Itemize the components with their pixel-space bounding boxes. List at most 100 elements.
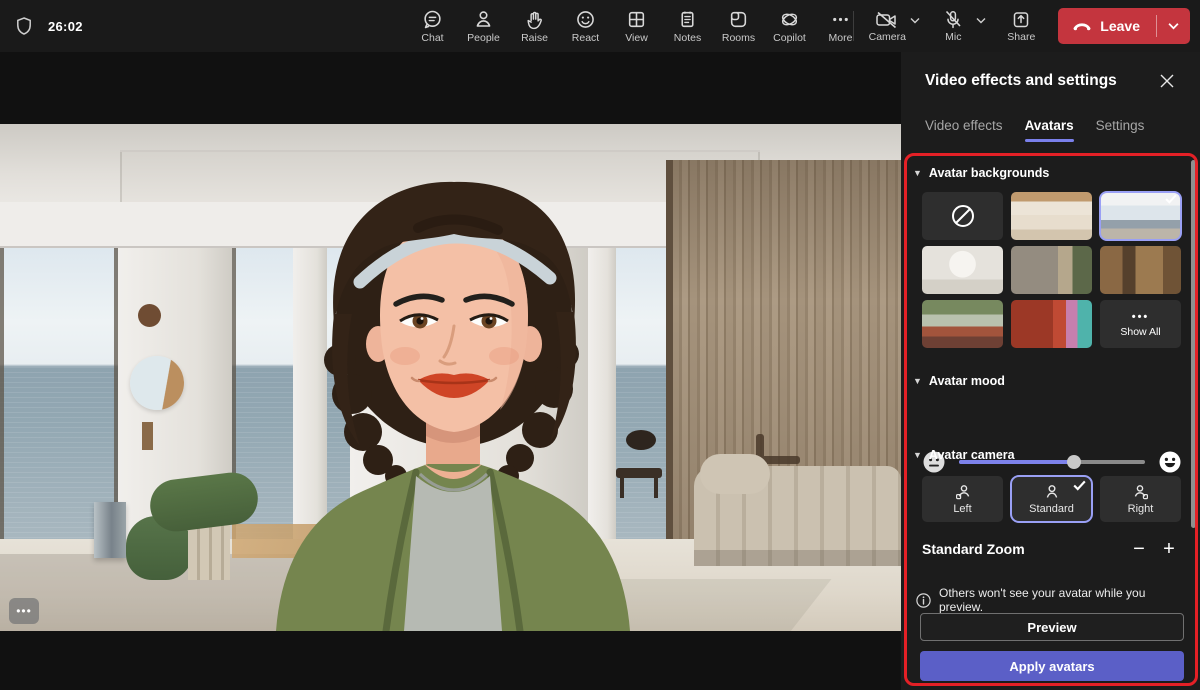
- avatar-zoom-control: Standard Zoom − +: [922, 536, 1184, 562]
- preview-notice-text: Others won't see your avatar while you p…: [939, 586, 1188, 614]
- copilot-label: Copilot: [773, 32, 806, 44]
- window-frame-line: [0, 244, 4, 544]
- share-button[interactable]: Share: [998, 0, 1044, 52]
- shield-icon: [14, 16, 34, 36]
- person-left-icon: [954, 484, 972, 501]
- mic-muted-icon: [942, 9, 964, 31]
- avatar-backgrounds-section-header[interactable]: ▼ Avatar backgrounds: [913, 166, 1049, 180]
- avatar-camera-section-header[interactable]: ▼ Avatar camera: [913, 448, 1015, 462]
- react-label: React: [572, 32, 599, 44]
- meeting-stage: •••: [0, 52, 901, 690]
- chat-label: Chat: [421, 32, 443, 44]
- show-all-label: Show All: [1120, 326, 1160, 338]
- rooms-label: Rooms: [722, 32, 755, 44]
- close-icon[interactable]: [1156, 70, 1178, 92]
- zoom-in-button[interactable]: +: [1154, 536, 1184, 562]
- preview-notice: Others won't see your avatar while you p…: [916, 586, 1188, 614]
- mood-slider-thumb[interactable]: [1067, 455, 1081, 469]
- avatar-mood-section-header[interactable]: ▼ Avatar mood: [913, 374, 1005, 388]
- view-button[interactable]: View: [611, 0, 662, 52]
- person-standard-icon: [1043, 484, 1061, 501]
- person-right-icon: [1132, 484, 1150, 501]
- zoom-out-button[interactable]: −: [1124, 536, 1154, 562]
- camera-off-icon: [874, 9, 900, 31]
- camera-options-chevron[interactable]: [910, 17, 924, 36]
- video-more-options-button[interactable]: •••: [9, 598, 39, 624]
- mic-options-chevron[interactable]: [976, 17, 990, 36]
- mirror-pendant: [142, 422, 153, 450]
- mic-button[interactable]: Mic: [930, 0, 976, 52]
- background-wood-dining-room-tile[interactable]: [1100, 246, 1181, 294]
- react-button[interactable]: React: [560, 0, 611, 52]
- background-white-arched-room-tile[interactable]: [922, 246, 1003, 294]
- collapse-chevron-icon: ▼: [913, 450, 922, 460]
- copilot-button[interactable]: Copilot: [764, 0, 815, 52]
- avatar-camera-options: Left Standard Right: [922, 476, 1182, 522]
- camera-right-option[interactable]: Right: [1100, 476, 1181, 522]
- ellipsis-icon: •••: [16, 604, 32, 618]
- apply-avatars-button[interactable]: Apply avatars: [920, 651, 1184, 681]
- chrome-side-table: [94, 502, 126, 558]
- video-effects-settings-panel: Video effects and settings Video effects…: [901, 52, 1200, 690]
- show-all-backgrounds-tile[interactable]: ••• Show All: [1100, 300, 1181, 348]
- people-button[interactable]: People: [458, 0, 509, 52]
- camera-standard-option[interactable]: Standard: [1011, 476, 1092, 522]
- collapse-chevron-icon: ▼: [913, 376, 922, 386]
- collapse-chevron-icon: ▼: [913, 168, 922, 178]
- background-green-terrace-tile[interactable]: [922, 300, 1003, 348]
- selected-check-icon: [1165, 194, 1177, 204]
- none-blocked-icon: [950, 203, 976, 229]
- background-concrete-loft-tile[interactable]: [1011, 246, 1092, 294]
- notes-icon: [677, 9, 698, 30]
- copilot-icon: [779, 9, 800, 30]
- show-all-ellipsis-icon: •••: [1132, 311, 1150, 323]
- share-label: Share: [1007, 31, 1035, 43]
- panel-scrollbar[interactable]: [1191, 160, 1196, 528]
- chat-button[interactable]: Chat: [407, 0, 458, 52]
- avatar-woman: [268, 164, 638, 631]
- notes-button[interactable]: Notes: [662, 0, 713, 52]
- preview-button[interactable]: Preview: [920, 613, 1184, 641]
- tab-settings[interactable]: Settings: [1096, 118, 1145, 142]
- toolbar-separator: [853, 11, 854, 41]
- camera-left-label: Left: [953, 503, 971, 515]
- avatar-backgrounds-grid: ••• Show All: [922, 192, 1182, 348]
- chat-icon: [422, 9, 443, 30]
- background-warm-minimal-room-tile[interactable]: [1011, 192, 1092, 240]
- raise-hand-icon: [524, 9, 545, 30]
- view-label: View: [625, 32, 648, 44]
- camera-label: Camera: [869, 31, 906, 43]
- rooms-icon: [728, 9, 749, 30]
- window-glass-left: [0, 244, 118, 544]
- avatar-video-preview: •••: [0, 124, 901, 631]
- notes-label: Notes: [674, 32, 701, 44]
- camera-right-label: Right: [1128, 503, 1154, 515]
- panel-tabs: Video effects Avatars Settings: [925, 118, 1144, 142]
- leave-label: Leave: [1100, 18, 1140, 34]
- panel-title: Video effects and settings: [925, 72, 1117, 90]
- background-red-mural-room-tile[interactable]: [1011, 300, 1092, 348]
- tab-avatars[interactable]: Avatars: [1025, 118, 1074, 142]
- round-mirror: [130, 356, 184, 410]
- zoom-label: Standard Zoom: [922, 541, 1124, 557]
- raise-label: Raise: [521, 32, 548, 44]
- react-smiley-icon: [575, 9, 596, 30]
- avatar-camera-title: Avatar camera: [929, 448, 1015, 462]
- meeting-timer: 26:02: [48, 19, 83, 34]
- camera-button[interactable]: Camera: [864, 0, 910, 52]
- selected-check-icon: [1073, 480, 1086, 491]
- rooms-button[interactable]: Rooms: [713, 0, 764, 52]
- leave-button-group: Leave: [1058, 8, 1190, 44]
- background-bright-window-room-tile[interactable]: [1100, 192, 1181, 240]
- wood-wall-edge: [666, 160, 673, 560]
- grinning-face-icon: [1158, 450, 1182, 474]
- people-label: People: [467, 32, 500, 44]
- background-none-tile[interactable]: [922, 192, 1003, 240]
- info-icon: [916, 593, 931, 608]
- leave-options-chevron[interactable]: [1157, 8, 1190, 44]
- camera-left-option[interactable]: Left: [922, 476, 1003, 522]
- raise-hand-button[interactable]: Raise: [509, 0, 560, 52]
- tab-video-effects[interactable]: Video effects: [925, 118, 1003, 142]
- mic-label: Mic: [945, 31, 961, 43]
- leave-button[interactable]: Leave: [1058, 8, 1156, 44]
